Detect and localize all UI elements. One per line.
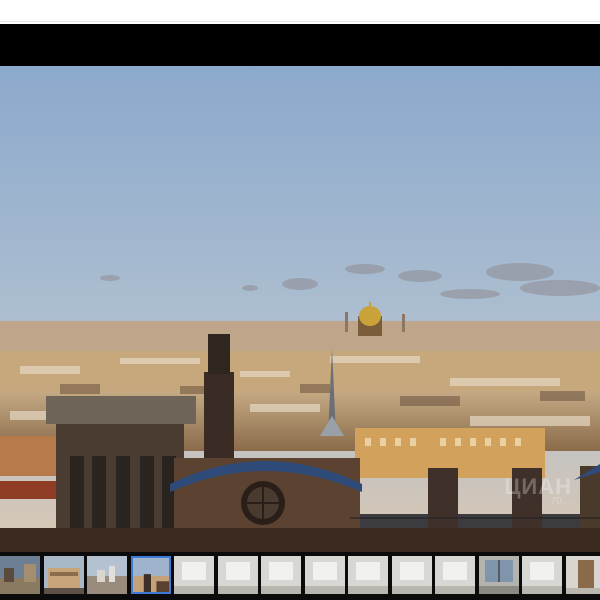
thumbnail-interior[interactable] bbox=[348, 556, 388, 594]
thumbnail-image bbox=[87, 556, 127, 594]
thumbnail-door[interactable] bbox=[566, 556, 600, 594]
header-divider bbox=[0, 21, 600, 22]
thumbnail-image bbox=[566, 556, 600, 594]
thumbnail-image bbox=[44, 556, 84, 594]
thumbnail-image bbox=[218, 556, 258, 594]
listing-photo-viewer: ЦИАН 70... bbox=[0, 0, 600, 600]
thumbnail-image bbox=[261, 556, 301, 594]
thumbnail-interior[interactable] bbox=[522, 556, 562, 594]
thumbnail-interior[interactable] bbox=[218, 556, 258, 594]
thumbnail-interior[interactable] bbox=[261, 556, 301, 594]
thumbnail-panorama[interactable] bbox=[131, 556, 171, 594]
thumbnail-image bbox=[392, 556, 432, 594]
thumbnail-image bbox=[174, 556, 214, 594]
thumbnail-image bbox=[133, 558, 169, 592]
thumbnail-window[interactable] bbox=[479, 556, 519, 594]
thumbnail-image bbox=[348, 556, 388, 594]
thumbnail-interior[interactable] bbox=[392, 556, 432, 594]
thumbnail-interior[interactable] bbox=[435, 556, 475, 594]
thumbnail-image bbox=[305, 556, 345, 594]
main-photo[interactable]: ЦИАН 70... bbox=[0, 66, 600, 552]
thumbnail-image bbox=[435, 556, 475, 594]
watermark-id: 70... bbox=[550, 496, 570, 507]
thumbnail-image bbox=[479, 556, 519, 594]
thumbnail-interior[interactable] bbox=[174, 556, 214, 594]
thumbnail-strip bbox=[0, 552, 600, 600]
viewer-top-bar bbox=[0, 24, 600, 66]
thumbnail-street[interactable] bbox=[0, 556, 40, 594]
thumbnail-city[interactable] bbox=[87, 556, 127, 594]
thumbnail-image bbox=[0, 556, 40, 594]
thumbnail-building[interactable] bbox=[44, 556, 84, 594]
thumbnail-image bbox=[522, 556, 562, 594]
thumbnail-interior[interactable] bbox=[305, 556, 345, 594]
